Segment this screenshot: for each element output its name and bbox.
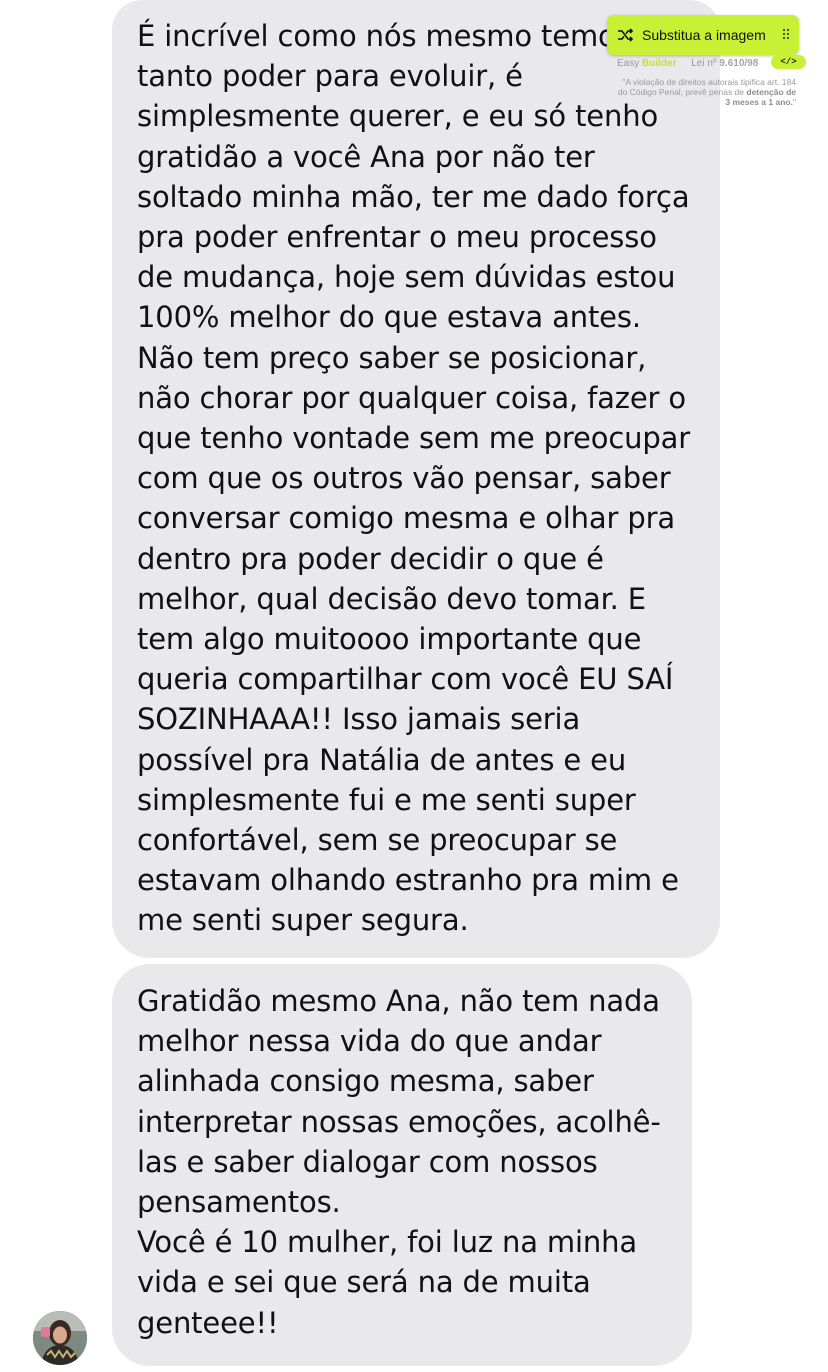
message-text: Gratidão mesmo Ana, não tem nada melhor …: [137, 984, 661, 1340]
code-toggle-button[interactable]: </>: [771, 55, 806, 69]
message-bubble[interactable]: É incrível como nós mesmo temos tanto po…: [112, 0, 720, 958]
message-text: É incrível como nós mesmo temos tanto po…: [137, 19, 691, 938]
brand-accent: Builder: [642, 58, 677, 69]
copyright-notice: "A violação de direitos autorais tipific…: [612, 77, 796, 107]
easy-builder-brand: Easy Builder Lei nº 9.610/98: [617, 58, 758, 69]
shuffle-icon: [618, 28, 634, 42]
notice-close-quote: ": [792, 97, 796, 107]
drag-handle-icon[interactable]: [782, 28, 790, 40]
replace-image-toolbar[interactable]: Substitua a imagem: [607, 15, 799, 55]
law-reference: Lei nº 9.610/98: [691, 58, 758, 69]
law-number: 9.610/98: [719, 58, 759, 69]
avatar[interactable]: [33, 1311, 87, 1365]
law-prefix: Lei nº: [691, 58, 717, 69]
message-bubble[interactable]: Gratidão mesmo Ana, não tem nada melhor …: [112, 964, 692, 1366]
replace-image-button-label: Substitua a imagem: [642, 27, 766, 43]
avatar-photo: [33, 1311, 87, 1365]
brand-prefix: Easy: [617, 58, 640, 69]
